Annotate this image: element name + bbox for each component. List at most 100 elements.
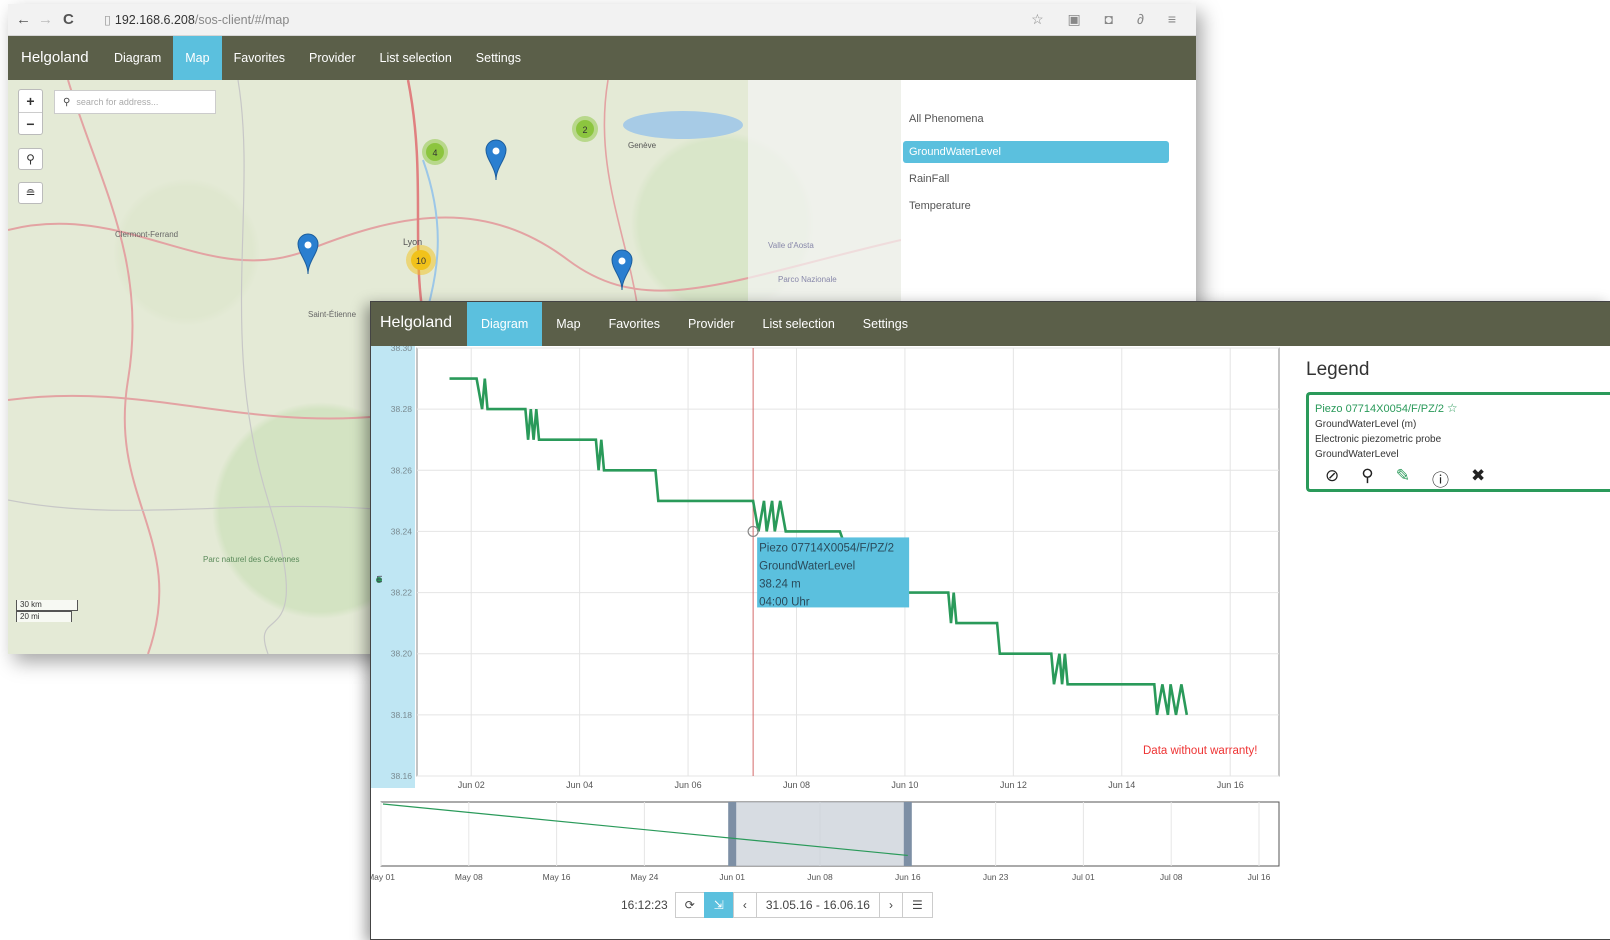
main-menu: Diagram Map Favorites Provider List sele…	[102, 36, 533, 80]
menu-provider[interactable]: Provider	[674, 302, 749, 346]
app-window-diagram: Helgoland Diagram Map Favorites Provider…	[370, 301, 1610, 940]
menu-diagram[interactable]: Diagram	[102, 36, 173, 80]
phenomenon-temperature[interactable]: Temperature	[903, 195, 1169, 217]
navbar: Helgoland Diagram Map Favorites Provider…	[371, 302, 1610, 346]
overview-tick-label: Jul 08	[1160, 872, 1183, 882]
close-icon[interactable]: ✖	[1471, 466, 1485, 491]
menu-favorites[interactable]: Favorites	[222, 36, 297, 80]
navbar: Helgoland Diagram Map Favorites Provider…	[8, 36, 1196, 80]
main-chart[interactable]: 38.30 38.28 38.26 38.24 38.22 38.20 38.18 38.16…	[371, 346, 1291, 806]
search-icon: ⚲	[63, 97, 71, 108]
browser-toolbar: ← → C ▯ 192.168.6.208/sos-client/#/map ☆ …	[8, 4, 1196, 36]
y-tick-label: 38.26	[391, 465, 413, 475]
info-icon[interactable]: ⓘ	[1432, 466, 1449, 491]
favorite-star-icon[interactable]: ☆	[1447, 401, 1458, 415]
zoom-fit-button[interactable]: ⇲	[703, 892, 734, 918]
menu-diagram[interactable]: Diagram	[467, 302, 543, 346]
reload-icon[interactable]: C	[63, 11, 74, 28]
place-aosta: Valle d'Aosta	[768, 241, 814, 250]
scale-km: 30 km	[16, 600, 78, 611]
x-tick-label: Jun 08	[783, 780, 810, 790]
y-tick-label: 38.20	[391, 649, 413, 659]
cluster-marker[interactable]: 4	[422, 139, 448, 165]
forward-arrow-icon[interactable]: →	[38, 11, 53, 28]
back-arrow-icon[interactable]: ←	[16, 11, 31, 28]
brand-logo[interactable]: Helgoland	[380, 314, 452, 332]
y-tick-label: 38.16	[391, 771, 413, 781]
legend-heading: Legend	[1306, 359, 1370, 380]
browser-extension-icons[interactable]: ☆ ▣ ◘ ∂ ≡	[1031, 11, 1186, 28]
x-tick-label: Jun 06	[675, 780, 702, 790]
x-tick-label: Jun 04	[566, 780, 593, 790]
x-tick-label: Jun 10	[891, 780, 918, 790]
x-tick-label: Jun 14	[1108, 780, 1135, 790]
place-cevennes: Parc naturel des Cévennes	[203, 555, 300, 564]
menu-map[interactable]: Map	[173, 36, 222, 80]
phenomenon-groundwaterlevel[interactable]: GroundWaterLevel	[903, 141, 1169, 163]
brand-logo[interactable]: Helgoland	[21, 49, 89, 66]
menu-list-selection[interactable]: List selection	[749, 302, 849, 346]
address-search-input[interactable]: ⚲ search for address...	[54, 90, 216, 114]
prev-period-button[interactable]: ‹	[732, 892, 757, 918]
zoom-control: + −	[18, 89, 43, 135]
x-tick-label: Jun 16	[1217, 780, 1244, 790]
reload-button[interactable]: ⟳	[674, 892, 705, 918]
time-controls: 16:12:23 ⟳ ⇲ ‹ 31.05.16 - 16.06.16 › ☰	[621, 892, 933, 918]
map-pin-icon[interactable]	[297, 233, 319, 275]
overview-tick-label: May 01	[371, 872, 395, 882]
menu-list-selection[interactable]: List selection	[368, 36, 464, 80]
legend-entry[interactable]: Piezo 07714X0054/F/PZ/2 ☆ GroundWaterLev…	[1306, 392, 1610, 492]
map-pin-icon[interactable]	[485, 139, 507, 181]
next-period-button[interactable]: ›	[878, 892, 903, 918]
cluster-marker[interactable]: 10	[406, 245, 436, 275]
tooltip-line1: Piezo 07714X0054/F/PZ/2	[759, 542, 894, 554]
address-bar[interactable]: ▯ 192.168.6.208/sos-client/#/map	[104, 12, 289, 27]
tooltip-line3: 38.24 m	[759, 578, 801, 590]
menu-provider[interactable]: Provider	[297, 36, 368, 80]
main-menu: Diagram Map Favorites Provider List sele…	[467, 302, 922, 346]
tooltip-line2: GroundWaterLevel	[759, 560, 855, 572]
zoom-out-button[interactable]: −	[19, 112, 42, 134]
hide-icon[interactable]: ⊘	[1325, 466, 1339, 491]
y-tick-label: 38.28	[391, 404, 413, 414]
locate-icon[interactable]: ⚲	[18, 148, 43, 170]
place-saint-etienne: Saint-Étienne	[308, 310, 357, 319]
selection-handle-right	[903, 802, 912, 866]
current-time: 16:12:23	[621, 898, 668, 912]
map-scale: 30 km 20 mi	[16, 600, 78, 622]
pencil-icon[interactable]: ✎	[1396, 466, 1410, 491]
phenomenon-rainfall[interactable]: RainFall	[903, 168, 1169, 190]
legend-actions: ⊘ ⚲ ✎ ⓘ ✖	[1315, 466, 1610, 491]
menu-favorites[interactable]: Favorites	[595, 302, 674, 346]
overview-tick-label: Jul 01	[1072, 872, 1095, 882]
overview-tick-label: Jun 01	[719, 872, 745, 882]
tooltip-line4: 04:00 Uhr	[759, 596, 810, 608]
place-clermont: Clermont-Ferrand	[115, 230, 178, 239]
overview-tick-label: Jun 16	[895, 872, 921, 882]
cluster-marker[interactable]: 2	[572, 116, 598, 142]
overview-tick-label: May 08	[455, 872, 483, 882]
overview-tick-label: Jun 08	[807, 872, 833, 882]
phenomenon-all[interactable]: All Phenomena	[903, 108, 1169, 130]
menu-map[interactable]: Map	[542, 302, 594, 346]
y-tick-label: 38.30	[391, 346, 413, 353]
overview-tick-label: Jun 23	[983, 872, 1009, 882]
layers-icon[interactable]: ≘	[18, 182, 43, 204]
legend-phenomenon: GroundWaterLevel (m)	[1315, 419, 1417, 430]
menu-settings[interactable]: Settings	[464, 36, 533, 80]
overview-tick-label: Jul 16	[1248, 872, 1271, 882]
location-icon[interactable]: ⚲	[1361, 466, 1373, 491]
overview-tick-label: May 16	[543, 872, 571, 882]
overview-tick-label: May 24	[630, 872, 658, 882]
overview-chart[interactable]: May 01 May 08 May 16 May 24 Jun 01 Jun 08 Jun …	[371, 798, 1291, 898]
url-host: 192.168.6.208	[114, 13, 195, 27]
warning-text: Data without warranty!	[1143, 745, 1258, 757]
y-tick-label: 38.18	[391, 710, 413, 720]
list-view-button[interactable]: ☰	[901, 892, 933, 918]
x-tick-label: Jun 12	[1000, 780, 1027, 790]
legend-title[interactable]: Piezo 07714X0054/F/PZ/2	[1315, 403, 1444, 415]
time-range-button[interactable]: 31.05.16 - 16.06.16	[755, 892, 880, 918]
menu-settings[interactable]: Settings	[849, 302, 922, 346]
zoom-in-button[interactable]: +	[19, 90, 42, 112]
svg-text:10: 10	[416, 256, 426, 266]
